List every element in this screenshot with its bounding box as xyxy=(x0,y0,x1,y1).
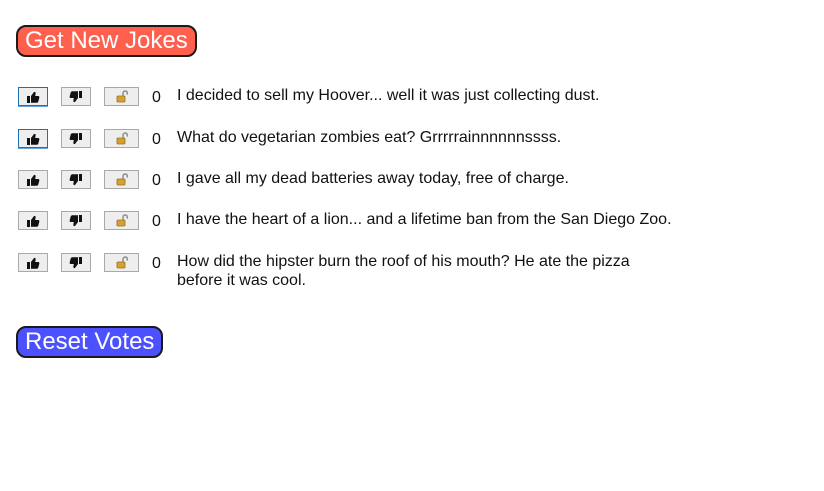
vote-count: 0 xyxy=(152,213,161,230)
unlocked-padlock-icon xyxy=(116,256,128,269)
joke-text: I decided to sell my Hoover... well it w… xyxy=(177,87,600,104)
downvote-button[interactable] xyxy=(61,87,91,106)
upvote-button[interactable] xyxy=(18,211,48,230)
lock-button[interactable] xyxy=(104,253,139,272)
downvote-button[interactable] xyxy=(61,129,91,148)
lock-button[interactable] xyxy=(104,87,139,106)
unlocked-padlock-icon xyxy=(116,90,128,103)
unlocked-padlock-icon xyxy=(116,132,128,145)
lock-button[interactable] xyxy=(104,129,139,148)
upvote-button[interactable] xyxy=(18,129,48,148)
unlocked-padlock-icon xyxy=(116,214,128,227)
thumbs-down-icon xyxy=(69,214,83,227)
vote-count: 0 xyxy=(152,172,161,189)
vote-count: 0 xyxy=(152,131,161,148)
joke-text: I gave all my dead batteries away today,… xyxy=(177,170,569,187)
vote-count: 0 xyxy=(152,255,161,272)
lock-button[interactable] xyxy=(104,170,139,189)
thumbs-up-icon xyxy=(26,174,40,186)
joke-text: What do vegetarian zombies eat? Grrrrrai… xyxy=(177,129,562,146)
thumbs-down-icon xyxy=(69,173,83,186)
downvote-button[interactable] xyxy=(61,211,91,230)
downvote-button[interactable] xyxy=(61,170,91,189)
joke-text: I have the heart of a lion... and a life… xyxy=(177,211,672,228)
downvote-button[interactable] xyxy=(61,253,91,272)
reset-votes-button[interactable]: Reset Votes xyxy=(16,326,164,358)
thumbs-up-icon xyxy=(26,133,40,145)
unlocked-padlock-icon xyxy=(116,173,128,186)
upvote-button[interactable] xyxy=(18,87,48,106)
thumbs-down-icon xyxy=(69,90,83,103)
upvote-button[interactable] xyxy=(18,170,48,189)
vote-count: 0 xyxy=(152,89,161,106)
thumbs-up-icon xyxy=(26,257,40,269)
get-new-jokes-button[interactable]: Get New Jokes xyxy=(16,25,197,57)
joke-text: How did the hipster burn the roof of his… xyxy=(177,253,630,289)
thumbs-down-icon xyxy=(69,132,83,145)
lock-button[interactable] xyxy=(104,211,139,230)
thumbs-up-icon xyxy=(26,91,40,103)
thumbs-down-icon xyxy=(69,256,83,269)
thumbs-up-icon xyxy=(26,215,40,227)
joke-voting-page: Get New Jokes 0 I decided to sell my Hoo… xyxy=(0,0,824,491)
upvote-button[interactable] xyxy=(18,253,48,272)
